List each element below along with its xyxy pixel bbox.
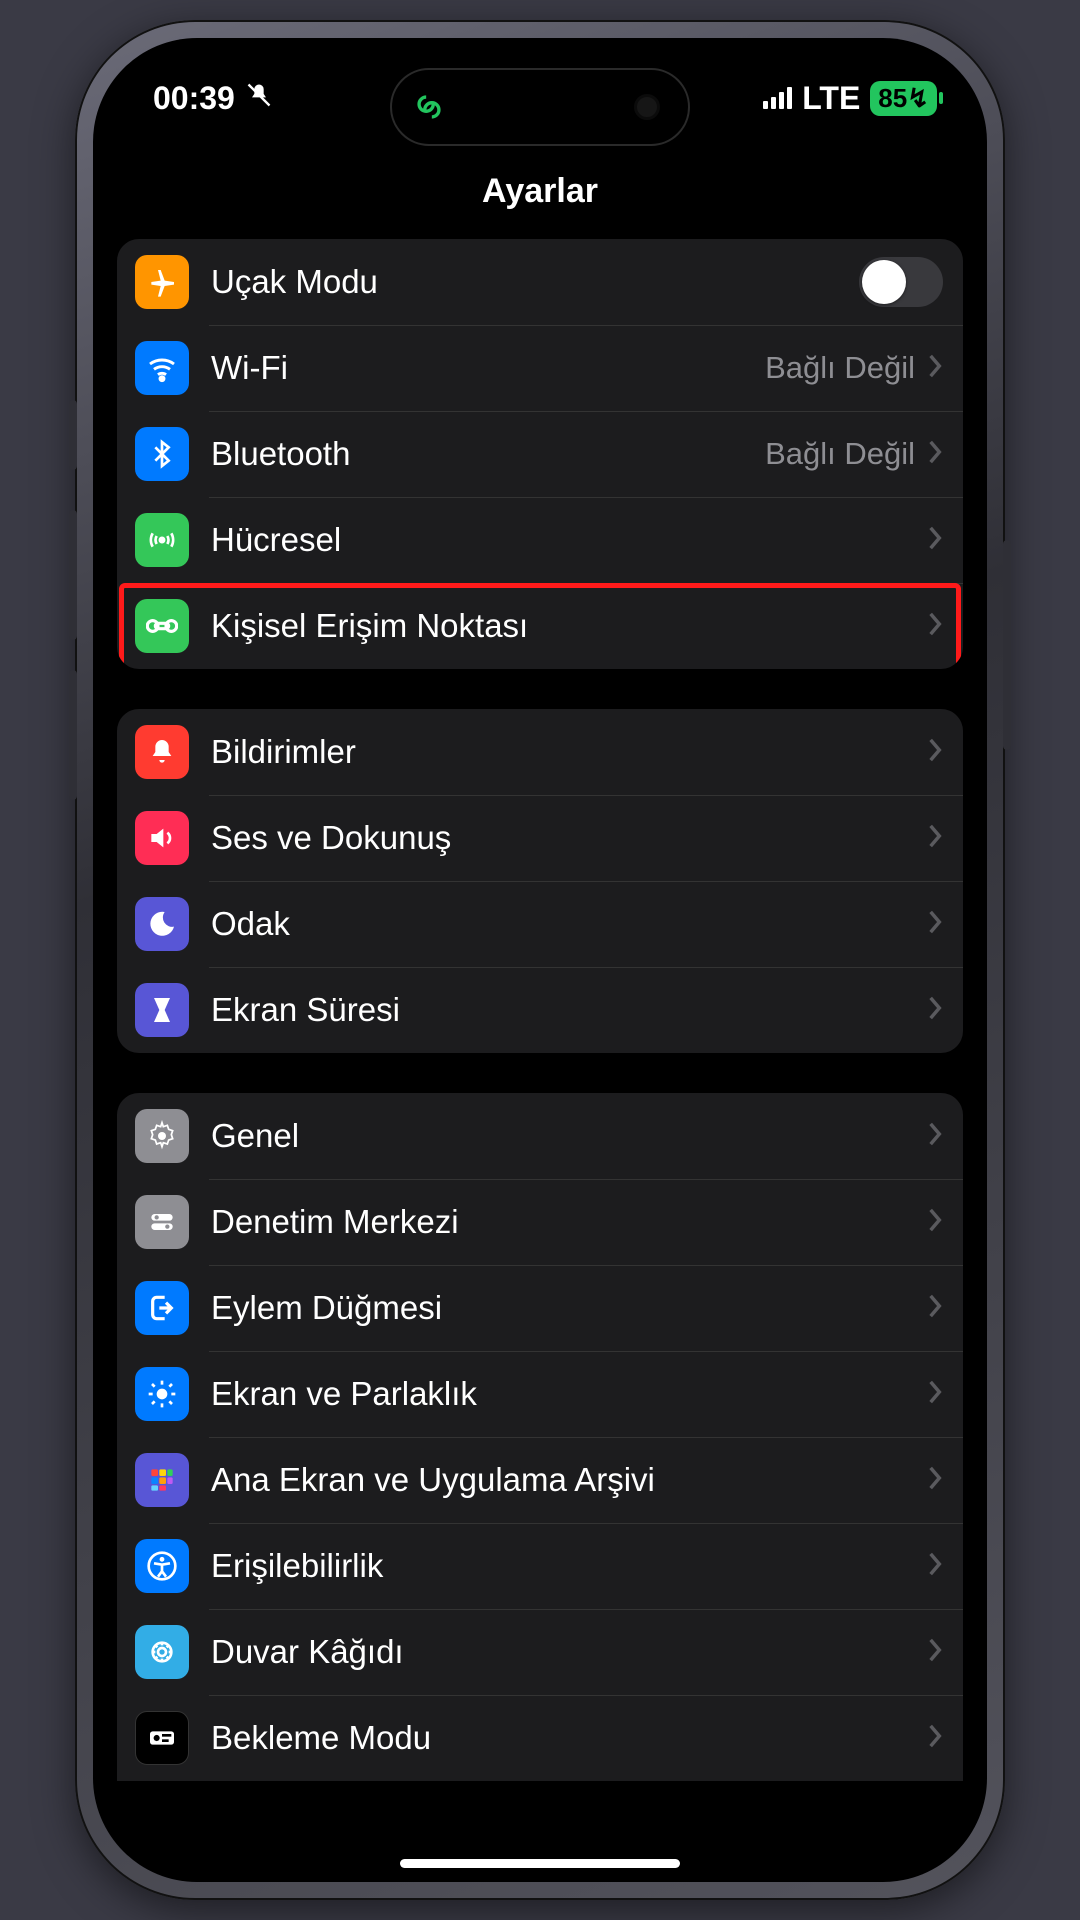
accessibility-icon xyxy=(135,1539,189,1593)
row-label: Uçak Modu xyxy=(211,263,859,301)
phone-frame: 00:39 LTE 85↯ Ayarlar xyxy=(75,20,1005,1900)
airplane-icon xyxy=(135,255,189,309)
row-label: Odak xyxy=(211,905,915,943)
notifications-icon xyxy=(135,725,189,779)
chevron-right-icon xyxy=(927,823,943,854)
row-airplane-mode[interactable]: Uçak Modu xyxy=(117,239,963,325)
chevron-right-icon xyxy=(927,1121,943,1152)
row-control-center[interactable]: Denetim Merkezi xyxy=(117,1179,963,1265)
row-label: Ekran Süresi xyxy=(211,991,915,1029)
settings-group-general: Genel Denetim Merkezi Eylem Düğmesi xyxy=(117,1093,963,1781)
row-detail: Bağlı Değil xyxy=(765,436,915,472)
side-button xyxy=(69,510,77,640)
battery-indicator: 85↯ xyxy=(870,81,937,116)
chevron-right-icon xyxy=(927,525,943,556)
row-label: Ses ve Dokunuş xyxy=(211,819,915,857)
cellular-icon xyxy=(135,513,189,567)
bluetooth-icon xyxy=(135,427,189,481)
row-home-screen[interactable]: Ana Ekran ve Uygulama Arşivi xyxy=(117,1437,963,1523)
row-wallpaper[interactable]: Duvar Kâğıdı xyxy=(117,1609,963,1695)
network-label: LTE xyxy=(802,80,860,117)
hotspot-icon xyxy=(135,599,189,653)
row-personal-hotspot[interactable]: Kişisel Erişim Noktası xyxy=(117,583,963,669)
side-button xyxy=(1003,540,1011,750)
wifi-icon xyxy=(135,341,189,395)
settings-group-connectivity: Uçak Modu Wi-Fi Bağlı Değil Bluetooth xyxy=(117,239,963,669)
row-accessibility[interactable]: Erişilebilirlik xyxy=(117,1523,963,1609)
row-standby[interactable]: Bekleme Modu xyxy=(117,1695,963,1781)
row-label: Eylem Düğmesi xyxy=(211,1289,915,1327)
row-label: Denetim Merkezi xyxy=(211,1203,915,1241)
row-detail: Bağlı Değil xyxy=(765,350,915,386)
row-label: Genel xyxy=(211,1117,915,1155)
chevron-right-icon xyxy=(927,439,943,470)
row-label: Hücresel xyxy=(211,521,915,559)
sounds-icon xyxy=(135,811,189,865)
chevron-right-icon xyxy=(927,1465,943,1496)
row-sounds[interactable]: Ses ve Dokunuş xyxy=(117,795,963,881)
side-button xyxy=(69,670,77,800)
activity-icon xyxy=(412,90,446,124)
chevron-right-icon xyxy=(927,995,943,1026)
gear-icon xyxy=(135,1109,189,1163)
signal-icon xyxy=(763,87,792,109)
standby-icon xyxy=(135,1711,189,1765)
row-cellular[interactable]: Hücresel xyxy=(117,497,963,583)
row-general[interactable]: Genel xyxy=(117,1093,963,1179)
row-focus[interactable]: Odak xyxy=(117,881,963,967)
airplane-toggle[interactable] xyxy=(859,257,943,307)
page-title: Ayarlar xyxy=(93,158,987,233)
row-label: Kişisel Erişim Noktası xyxy=(211,607,915,645)
row-notifications[interactable]: Bildirimler xyxy=(117,709,963,795)
side-button xyxy=(69,400,77,470)
chevron-right-icon xyxy=(927,1379,943,1410)
screen-time-icon xyxy=(135,983,189,1037)
control-center-icon xyxy=(135,1195,189,1249)
status-time: 00:39 xyxy=(153,80,235,117)
row-label: Bekleme Modu xyxy=(211,1719,915,1757)
row-label: Bildirimler xyxy=(211,733,915,771)
silent-icon xyxy=(245,80,273,117)
chevron-right-icon xyxy=(927,737,943,768)
row-wifi[interactable]: Wi-Fi Bağlı Değil xyxy=(117,325,963,411)
focus-icon xyxy=(135,897,189,951)
wallpaper-icon xyxy=(135,1625,189,1679)
chevron-right-icon xyxy=(927,1207,943,1238)
chevron-right-icon xyxy=(927,611,943,642)
row-label: Ekran ve Parlaklık xyxy=(211,1375,915,1413)
chevron-right-icon xyxy=(927,1551,943,1582)
chevron-right-icon xyxy=(927,1637,943,1668)
home-screen-icon xyxy=(135,1453,189,1507)
row-label: Duvar Kâğıdı xyxy=(211,1633,915,1671)
row-bluetooth[interactable]: Bluetooth Bağlı Değil xyxy=(117,411,963,497)
row-label: Ana Ekran ve Uygulama Arşivi xyxy=(211,1461,915,1499)
home-indicator[interactable] xyxy=(400,1859,680,1868)
settings-group-notifications: Bildirimler Ses ve Dokunuş Odak xyxy=(117,709,963,1053)
chevron-right-icon xyxy=(927,353,943,384)
row-label: Wi-Fi xyxy=(211,349,755,387)
row-label: Erişilebilirlik xyxy=(211,1547,915,1585)
row-screen-time[interactable]: Ekran Süresi xyxy=(117,967,963,1053)
action-button-icon xyxy=(135,1281,189,1335)
camera-dot xyxy=(634,94,660,120)
chevron-right-icon xyxy=(927,1723,943,1754)
dynamic-island[interactable] xyxy=(390,68,690,146)
screen: 00:39 LTE 85↯ Ayarlar xyxy=(93,38,987,1882)
row-action-button[interactable]: Eylem Düğmesi xyxy=(117,1265,963,1351)
row-label: Bluetooth xyxy=(211,435,755,473)
row-display-brightness[interactable]: Ekran ve Parlaklık xyxy=(117,1351,963,1437)
chevron-right-icon xyxy=(927,909,943,940)
chevron-right-icon xyxy=(927,1293,943,1324)
brightness-icon xyxy=(135,1367,189,1421)
